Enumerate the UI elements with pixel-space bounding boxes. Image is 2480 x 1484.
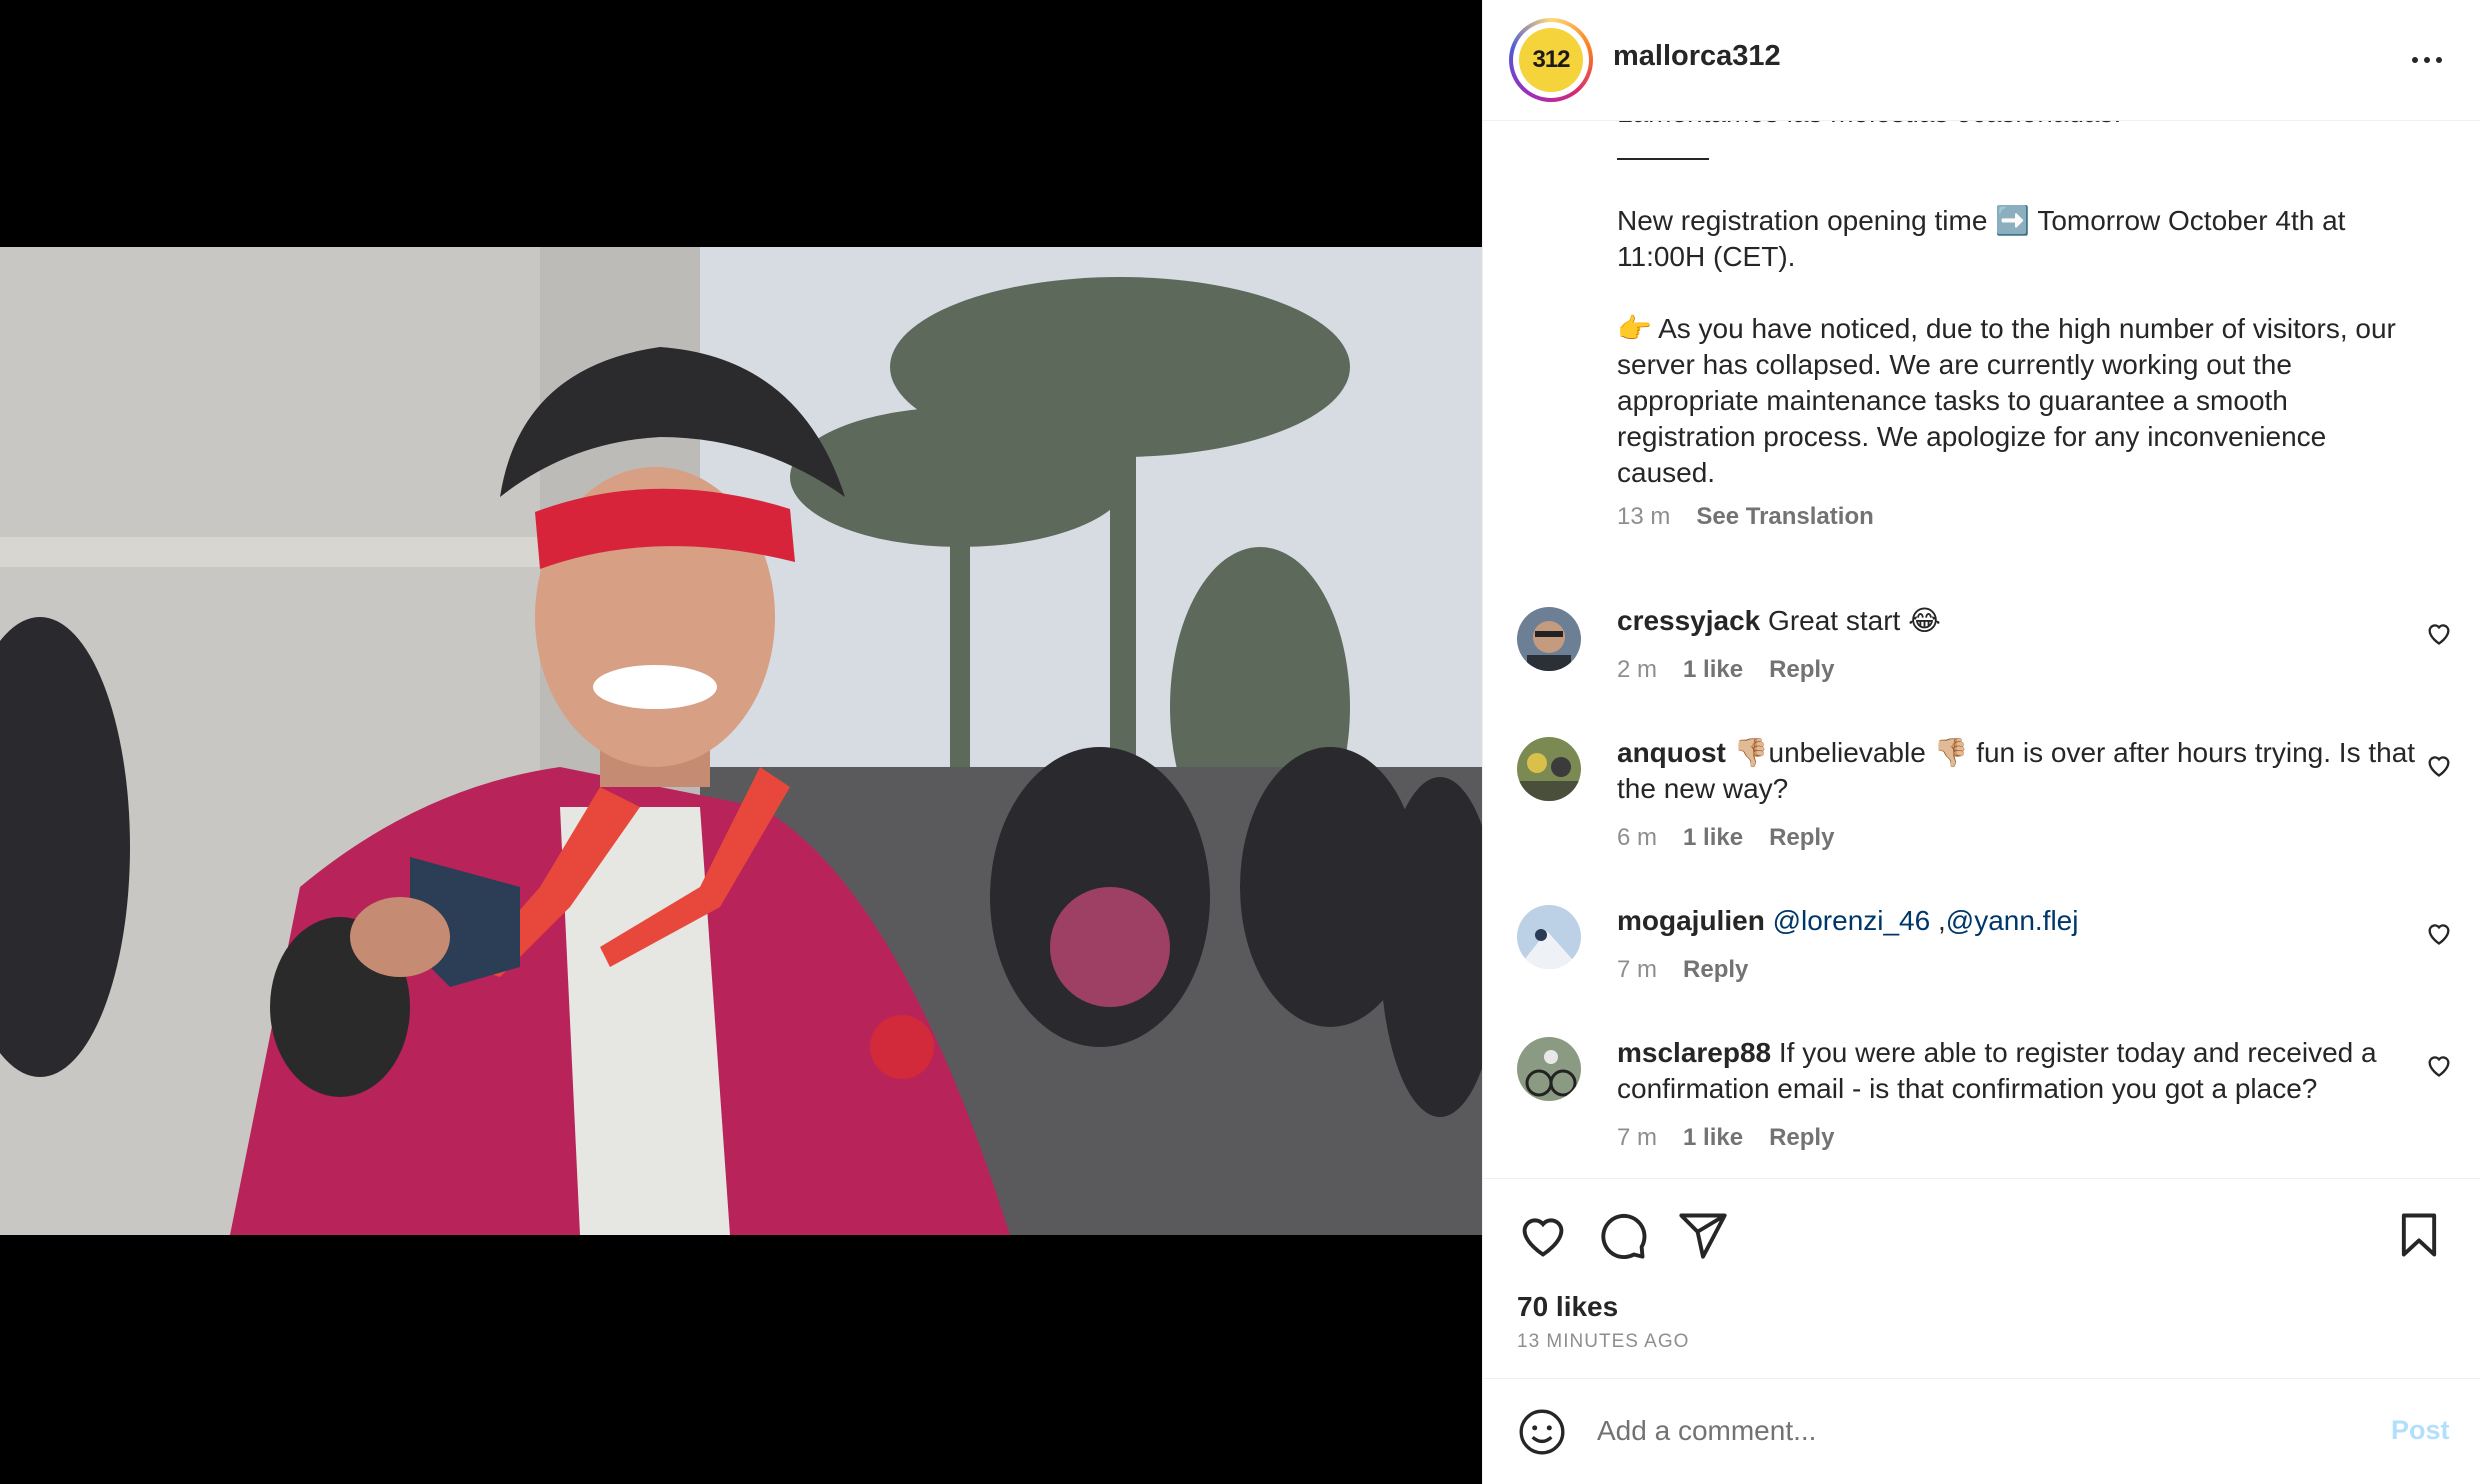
caption-meta: 13 m See Translation [1617, 503, 1874, 531]
see-translation-button[interactable]: See Translation [1696, 503, 1873, 531]
heart-icon[interactable] [2425, 619, 2453, 647]
comment-text: 👎🏼unbelievable 👎🏼 fun is over after hour… [1617, 737, 2416, 804]
post-header: 312 mallorca312 [1483, 0, 2480, 121]
comment-text: , [1930, 905, 1946, 936]
comment-likes[interactable]: 1 like [1683, 1124, 1743, 1152]
heart-icon[interactable] [2425, 751, 2453, 779]
comment-icon[interactable] [1597, 1209, 1649, 1261]
reply-button[interactable]: Reply [1683, 956, 1748, 984]
commenter-avatar[interactable] [1517, 1037, 1581, 1101]
comment-text: Great start 😂 [1760, 605, 1941, 636]
comment-username[interactable]: cressyjack [1617, 605, 1760, 636]
reply-button[interactable]: Reply [1769, 656, 1834, 684]
author-username[interactable]: mallorca312 [1613, 40, 1781, 73]
add-comment-bar: Post [1483, 1378, 2480, 1484]
author-logo: 312 [1519, 28, 1583, 92]
heart-icon[interactable] [2425, 919, 2453, 947]
caption-divider [1617, 158, 1709, 160]
post-photo [0, 247, 1482, 1235]
author-logo-text: 312 [1532, 46, 1570, 73]
commenter-avatar[interactable] [1517, 737, 1581, 801]
comment-likes[interactable]: 1 like [1683, 824, 1743, 852]
comment-time: 7 m [1617, 956, 1658, 983]
comment-input[interactable] [1597, 1405, 2357, 1457]
post-caption: New registration opening time ➡️ Tomorro… [1617, 205, 2396, 488]
more-options-icon[interactable] [2407, 40, 2447, 80]
mention-link[interactable]: @yann.flej [1946, 905, 2079, 936]
post-timestamp: 13 MINUTES AGO [1517, 1331, 1690, 1352]
comment-time: 6 m [1617, 824, 1658, 851]
bookmark-icon[interactable] [2393, 1209, 2445, 1261]
heart-icon[interactable] [2425, 1051, 2453, 1079]
comment-time: 7 m [1617, 1124, 1658, 1151]
comment-username[interactable]: anquost [1617, 737, 1726, 768]
comment-username[interactable]: msclarep88 [1617, 1037, 1771, 1068]
mention-link[interactable]: @lorenzi_46 [1773, 905, 1931, 936]
comments-scroll-area[interactable]: Lamentamos las molestias ocasionadas. Ne… [1483, 121, 2480, 1181]
comment-likes[interactable]: 1 like [1683, 656, 1743, 684]
author-avatar[interactable]: 312 [1509, 18, 1593, 102]
caption-clipped-line: Lamentamos las molestias ocasionadas. [1617, 121, 2121, 129]
likes-count[interactable]: 70 likes [1517, 1291, 1618, 1323]
post-comment-button[interactable]: Post [2391, 1415, 2450, 1446]
post-media[interactable] [0, 0, 1482, 1484]
reply-button[interactable]: Reply [1769, 824, 1834, 852]
comment-time: 2 m [1617, 656, 1658, 683]
like-heart-icon[interactable] [1517, 1209, 1569, 1261]
share-icon[interactable] [1677, 1209, 1729, 1261]
commenter-avatar[interactable] [1517, 905, 1581, 969]
caption-time: 13 m [1617, 503, 1671, 530]
post-actions: 70 likes 13 MINUTES AGO [1483, 1178, 2480, 1378]
commenter-avatar[interactable] [1517, 607, 1581, 671]
post-sidebar: 312 mallorca312 Lamentamos las molestias… [1482, 0, 2480, 1484]
reply-button[interactable]: Reply [1769, 1124, 1834, 1152]
emoji-icon[interactable] [1517, 1407, 1567, 1457]
comment-username[interactable]: mogajulien [1617, 905, 1765, 936]
